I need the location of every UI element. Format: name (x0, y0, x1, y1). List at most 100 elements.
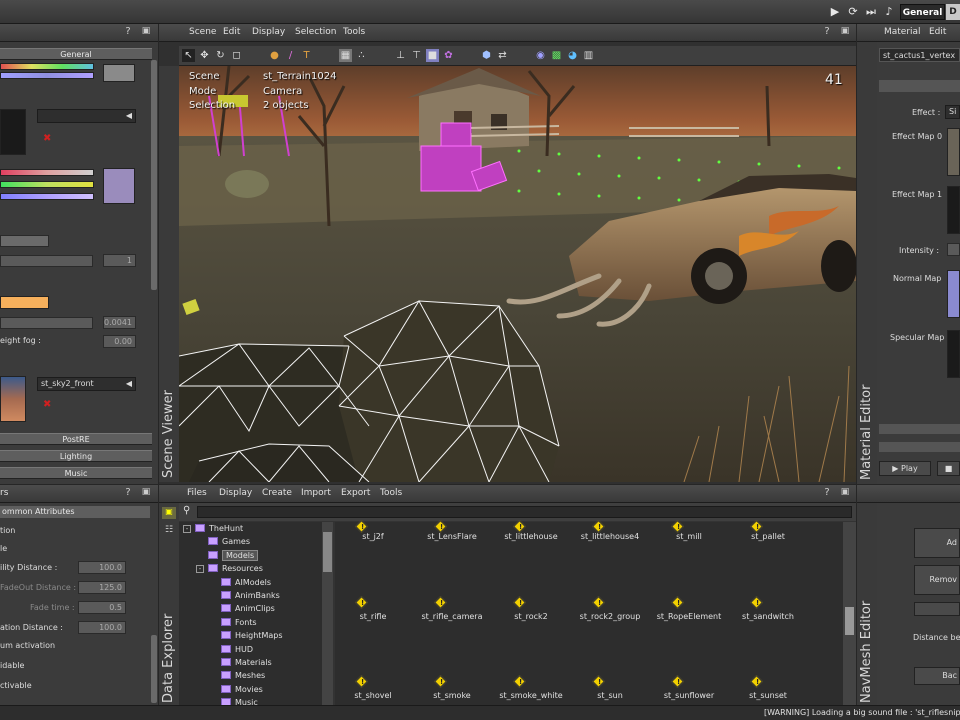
menu-tools[interactable]: Tools (343, 27, 365, 37)
grid-icon[interactable]: ▦ (339, 49, 352, 62)
tree-item[interactable]: AnimClips (209, 604, 275, 617)
fade-time-field[interactable]: 0.5 (78, 601, 126, 614)
sky-texture-dropdown[interactable]: st_sky2_front ◀ (37, 377, 136, 391)
maximize-icon[interactable]: ▣ (140, 26, 152, 36)
value-slider[interactable] (0, 255, 93, 267)
fog-value-field[interactable]: 0.0041 (103, 316, 136, 329)
maximize-icon[interactable]: ▣ (839, 487, 851, 497)
collapse-icon[interactable]: - (196, 565, 204, 574)
asset-item[interactable]: st_mill (649, 532, 729, 541)
menu-files[interactable]: Files (187, 488, 207, 498)
fog-color-swatch[interactable] (0, 296, 49, 309)
activation-distance-field[interactable]: 100.0 (78, 621, 126, 634)
texture-preview[interactable] (0, 109, 26, 155)
maximize-icon[interactable]: ▣ (839, 26, 851, 36)
menu-display[interactable]: Display (252, 27, 285, 37)
asset-item[interactable]: st_pallet (728, 532, 808, 541)
tree-item[interactable]: HUD (209, 644, 253, 658)
scale-icon[interactable]: ◻ (230, 49, 243, 62)
specular-map-preview[interactable] (947, 330, 960, 378)
asset-item[interactable]: st_sunflower (649, 691, 729, 700)
tree-item[interactable]: Models (196, 549, 259, 564)
tree-item[interactable]: Meshes (209, 671, 265, 684)
tree-item[interactable]: HeightMaps (209, 631, 283, 644)
menu-tools[interactable]: Tools (380, 488, 402, 498)
asset-item[interactable]: st_j2f (333, 532, 413, 541)
wireframe-icon[interactable]: ▩ (550, 49, 563, 62)
asset-item[interactable]: st_rifle_camera (412, 612, 492, 621)
stop-button[interactable]: ■ (937, 461, 960, 476)
sky-texture-preview[interactable] (0, 376, 26, 422)
color-swatch[interactable] (103, 168, 135, 204)
asset-item[interactable]: st_rifle (333, 612, 413, 621)
menu-material[interactable]: Material (884, 27, 921, 37)
tree-item[interactable]: Materials (209, 658, 272, 671)
asset-item[interactable]: st_sunset (728, 691, 808, 700)
tree-item[interactable]: Games (196, 537, 250, 550)
sphere-icon[interactable]: ◉ (534, 49, 547, 62)
paint-icon[interactable]: ● (268, 49, 281, 62)
help-icon[interactable]: ? (821, 487, 833, 498)
fadeout-distance-field[interactable]: 125.0 (78, 581, 126, 594)
box-icon[interactable]: ■ (426, 49, 439, 62)
fog-density-field[interactable]: 1 (103, 254, 136, 267)
remove-button[interactable]: Remov (914, 565, 960, 595)
value-slider[interactable] (0, 235, 49, 247)
collapse-icon[interactable]: - (183, 525, 191, 533)
tree-item[interactable]: - Resources (196, 564, 263, 577)
search-icon[interactable]: ⚲ (183, 505, 190, 516)
asset-item[interactable]: st_sun (570, 691, 650, 700)
color-gradient-slider[interactable] (0, 193, 94, 200)
play-button[interactable]: ▶ Play (879, 461, 931, 476)
normal-map-preview[interactable] (947, 270, 960, 318)
menu-scene[interactable]: Scene (189, 27, 216, 37)
tree-icon[interactable]: ⊤ (410, 49, 423, 62)
cube-icon[interactable]: ⬢ (480, 49, 493, 62)
tree-item[interactable]: AIModels (209, 577, 271, 591)
asset-item[interactable]: st_rock2 (491, 612, 571, 621)
effect-map0-preview[interactable] (947, 128, 960, 176)
effect-map1-preview[interactable] (947, 186, 960, 234)
tree-item[interactable]: AnimBanks (209, 591, 280, 604)
globe-icon[interactable]: ◕ (566, 49, 579, 62)
help-icon[interactable]: ? (122, 26, 134, 37)
section-general[interactable]: General (0, 48, 152, 60)
menu-selection[interactable]: Selection (295, 27, 336, 37)
menu-export[interactable]: Export (341, 488, 370, 498)
tree-item[interactable]: - TheHunt (183, 524, 243, 537)
menu-display[interactable]: Display (219, 488, 252, 498)
tree-item[interactable]: Movies (209, 684, 263, 698)
search-input[interactable] (197, 506, 852, 518)
asset-item[interactable]: st_RopeElement (649, 612, 729, 621)
brush-icon[interactable]: / (284, 49, 297, 62)
value-slider[interactable] (0, 317, 93, 329)
color-gradient-slider[interactable] (0, 72, 94, 79)
tab-other[interactable]: D (946, 4, 960, 20)
scrollbar[interactable] (151, 60, 157, 290)
menu-import[interactable]: Import (301, 488, 331, 498)
asset-item[interactable]: st_rock2_group (570, 612, 650, 621)
tree-scrollbar[interactable] (322, 522, 333, 705)
camera-icon[interactable]: ⇄ (496, 49, 509, 62)
menu-edit[interactable]: Edit (929, 27, 946, 37)
color-gradient-slider[interactable] (0, 169, 94, 176)
3d-viewport[interactable]: Scene st_Terrain1024 Mode Camera Selecti… (179, 66, 856, 482)
help-icon[interactable]: ? (122, 487, 134, 498)
step-icon[interactable]: ⏭ (864, 5, 878, 19)
maximize-icon[interactable]: ▣ (140, 487, 152, 497)
material-name-tab[interactable]: st_cactus1_vertex (879, 48, 960, 62)
asset-scroll-thumb[interactable] (845, 607, 854, 635)
asset-item[interactable]: st_smoke (412, 691, 492, 700)
section-music[interactable]: Music (0, 467, 152, 479)
color-gradient-slider[interactable] (0, 181, 94, 188)
asset-item[interactable]: st_LensFlare (412, 532, 492, 541)
music-icon[interactable]: ♪ (882, 5, 896, 19)
texture-dropdown[interactable]: ◀ (37, 109, 136, 123)
points-icon[interactable]: ∴ (355, 49, 368, 62)
color-gradient-slider[interactable] (0, 63, 94, 70)
navmesh-button[interactable] (914, 602, 960, 616)
menu-edit[interactable]: Edit (223, 27, 240, 37)
list-icon[interactable]: ☷ (162, 525, 176, 537)
menu-create[interactable]: Create (262, 488, 292, 498)
tree-item[interactable]: Fonts (209, 617, 257, 631)
